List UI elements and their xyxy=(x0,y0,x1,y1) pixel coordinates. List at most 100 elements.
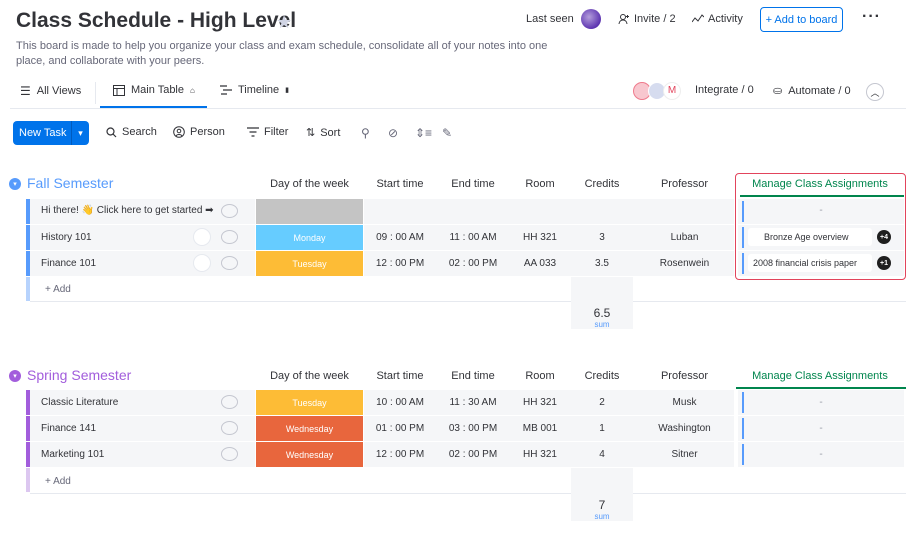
professor[interactable]: Luban xyxy=(634,232,735,243)
day-status[interactable]: Tuesday xyxy=(256,390,363,415)
credits[interactable]: 3.5 xyxy=(571,258,633,269)
assignment-value: - xyxy=(819,423,823,434)
tab-all-views[interactable]: ☰ All Views xyxy=(20,84,81,98)
end-time[interactable]: 11 : 30 AM xyxy=(437,397,509,408)
end-time[interactable]: 11 : 00 AM xyxy=(437,232,509,243)
avatar[interactable] xyxy=(581,9,601,29)
item-name[interactable]: Marketing 101 xyxy=(41,449,104,460)
professor[interactable]: Washington xyxy=(634,423,735,434)
col-header-assignments[interactable]: Manage Class Assignments xyxy=(736,370,904,382)
day-status[interactable]: Monday xyxy=(256,225,363,250)
board-title[interactable]: Class Schedule - High Level xyxy=(16,9,296,33)
assignment-link[interactable]: Bronze Age overview xyxy=(748,228,872,246)
board-description: This board is made to help you organize … xyxy=(16,40,548,67)
start-time[interactable]: 12 : 00 PM xyxy=(364,258,436,269)
activity-button[interactable]: Activity xyxy=(692,13,743,25)
tab-timeline[interactable]: Timeline ▮ xyxy=(220,84,289,96)
invite-button[interactable]: Invite / 2 xyxy=(618,13,676,25)
credits[interactable]: 3 xyxy=(571,232,633,243)
room[interactable]: AA 033 xyxy=(510,258,570,269)
start-time[interactable]: 09 : 00 AM xyxy=(364,232,436,243)
integrate-button[interactable]: Integrate / 0 xyxy=(695,84,754,96)
comment-icon[interactable] xyxy=(221,395,238,409)
spring-group-title[interactable]: Spring Semester xyxy=(27,367,131,383)
more-items-badge[interactable]: +1 xyxy=(877,256,891,270)
chevron-down-icon[interactable]: ▾ xyxy=(72,128,89,139)
search-button[interactable]: Search xyxy=(106,126,157,138)
end-time[interactable]: 02 : 00 PM xyxy=(437,449,509,460)
col-header-professor[interactable]: Professor xyxy=(634,370,735,382)
add-to-board-button[interactable]: + Add to board xyxy=(760,7,843,32)
professor[interactable]: Rosenwein xyxy=(634,258,735,269)
pin-icon[interactable]: ⚲ xyxy=(361,126,370,140)
credits[interactable]: 4 xyxy=(571,449,633,460)
col-header-day[interactable]: Day of the week xyxy=(256,178,363,190)
professor[interactable]: Sitner xyxy=(634,449,735,460)
tab-main-table[interactable]: Main Table ⌂ xyxy=(113,84,195,96)
credits[interactable]: 1 xyxy=(571,423,633,434)
day-status[interactable]: Wednesday xyxy=(256,442,363,467)
status-cell-empty[interactable] xyxy=(256,199,363,224)
fall-group-collapse-icon[interactable]: ▾ xyxy=(9,178,21,190)
comment-icon[interactable] xyxy=(221,256,238,270)
col-header-end[interactable]: End time xyxy=(437,370,509,382)
item-name[interactable]: History 101 xyxy=(41,232,92,243)
row-height-icon[interactable]: ⇕≡ xyxy=(415,126,432,140)
room[interactable]: HH 321 xyxy=(510,232,570,243)
col-header-start[interactable]: Start time xyxy=(364,370,436,382)
room[interactable]: HH 321 xyxy=(510,449,570,460)
col-header-room[interactable]: Room xyxy=(510,178,570,190)
start-time[interactable]: 10 : 00 AM xyxy=(364,397,436,408)
color-icon[interactable]: ✎ xyxy=(442,126,452,140)
star-icon[interactable]: ★ xyxy=(276,12,292,33)
filter-icon xyxy=(247,127,259,137)
automate-button[interactable]: ⛀ Automate / 0 xyxy=(773,84,851,98)
comment-icon[interactable] xyxy=(221,447,238,461)
credits[interactable]: 2 xyxy=(571,397,633,408)
end-time[interactable]: 02 : 00 PM xyxy=(437,258,509,269)
new-task-button[interactable]: New Task ▾ xyxy=(13,121,89,145)
comment-icon[interactable] xyxy=(221,421,238,435)
filter-button[interactable]: Filter xyxy=(247,126,288,138)
more-items-badge[interactable]: +4 xyxy=(877,230,891,244)
assignment-link[interactable]: 2008 financial crisis paper xyxy=(748,254,872,272)
col-header-credits[interactable]: Credits xyxy=(571,370,633,382)
item-name[interactable]: Finance 141 xyxy=(41,423,96,434)
col-header-day[interactable]: Day of the week xyxy=(256,370,363,382)
spring-group-collapse-icon[interactable]: ▾ xyxy=(9,370,21,382)
col-header-professor[interactable]: Professor xyxy=(634,178,735,190)
more-options-icon[interactable]: ··· xyxy=(862,8,881,26)
room[interactable]: MB 001 xyxy=(510,423,570,434)
person-filter-button[interactable]: Person xyxy=(173,126,225,138)
col-header-room[interactable]: Room xyxy=(510,370,570,382)
add-item-button[interactable]: + Add xyxy=(45,284,71,295)
integrate-label: Integrate / 0 xyxy=(695,84,754,96)
comment-icon[interactable] xyxy=(221,230,238,244)
day-status[interactable]: Tuesday xyxy=(256,251,363,276)
hide-icon[interactable]: ⊘ xyxy=(388,126,398,140)
row-color-bar xyxy=(26,225,30,250)
room[interactable]: HH 321 xyxy=(510,397,570,408)
person-placeholder-icon[interactable] xyxy=(193,254,211,272)
professor[interactable]: Musk xyxy=(634,397,735,408)
start-time[interactable]: 12 : 00 PM xyxy=(364,449,436,460)
item-name[interactable]: Classic Literature xyxy=(41,397,118,408)
sort-button[interactable]: ⇅ Sort xyxy=(306,126,340,140)
collapse-header-button[interactable]: ︿ xyxy=(866,83,884,101)
row-color-bar xyxy=(26,442,30,467)
item-name[interactable]: Hi there! 👋 Click here to get started ➡ xyxy=(41,205,214,216)
day-status[interactable]: Wednesday xyxy=(256,416,363,441)
menu-icon: ☰ xyxy=(20,84,31,98)
col-header-start[interactable]: Start time xyxy=(364,178,436,190)
row-divider xyxy=(30,301,906,302)
person-placeholder-icon[interactable] xyxy=(193,228,211,246)
integration-icons[interactable]: M xyxy=(633,82,681,100)
col-header-end[interactable]: End time xyxy=(437,178,509,190)
col-header-credits[interactable]: Credits xyxy=(571,178,633,190)
end-time[interactable]: 03 : 00 PM xyxy=(437,423,509,434)
comment-icon[interactable] xyxy=(221,204,238,218)
add-item-button[interactable]: + Add xyxy=(45,476,71,487)
fall-group-title[interactable]: Fall Semester xyxy=(27,175,113,191)
item-name[interactable]: Finance 101 xyxy=(41,258,96,269)
start-time[interactable]: 01 : 00 PM xyxy=(364,423,436,434)
